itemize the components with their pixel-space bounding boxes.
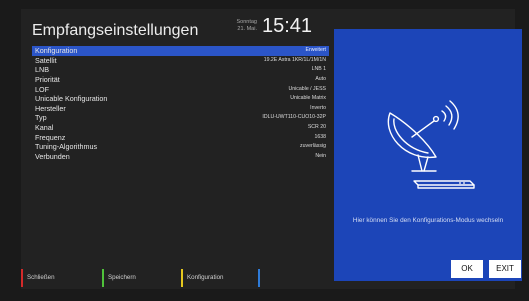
help-text: Hier können Sie den Konfigurations-Modus… xyxy=(352,217,504,224)
help-panel: Hier können Sie den Konfigurations-Modus… xyxy=(334,29,522,281)
setting-label: Kanal xyxy=(35,123,54,133)
date-display: Sonntag 21. Mai. xyxy=(227,19,258,33)
ok-button[interactable]: OK xyxy=(451,260,483,278)
setting-label: Frequenz xyxy=(35,132,66,142)
setting-value: Nein xyxy=(315,153,326,160)
red-key-indicator xyxy=(21,269,23,287)
setting-label: Verbunden xyxy=(35,152,70,162)
setting-value: Auto xyxy=(315,75,326,82)
date-label: 21. Mai. xyxy=(237,26,257,32)
setting-label: Unicable Konfiguration xyxy=(35,94,108,104)
setting-value: Unicable Matrix xyxy=(290,95,326,102)
setting-label: Typ xyxy=(35,113,47,123)
setting-row-frequenz[interactable]: Frequenz 1638 xyxy=(32,133,329,143)
setting-value: LNB 1 xyxy=(311,66,326,73)
setting-row-verbunden[interactable]: Verbunden Nein xyxy=(32,152,329,162)
setting-label: Tuning-Algorithmus xyxy=(35,142,98,152)
setting-value: Erweitert xyxy=(305,47,326,53)
setting-row-konfiguration[interactable]: Konfiguration Erweitert xyxy=(32,46,329,56)
settings-list: Konfiguration Erweitert Satellit 19.2E A… xyxy=(32,46,329,162)
satellite-dish-icon xyxy=(387,100,475,189)
setting-value: Unicable / JESS xyxy=(288,85,326,92)
setting-value: zuverlässig xyxy=(300,143,326,150)
setting-row-lof[interactable]: LOF Unicable / JESS xyxy=(32,85,329,95)
setting-label: LNB xyxy=(35,65,49,75)
setting-row-lnb[interactable]: LNB LNB 1 xyxy=(32,65,329,75)
setting-row-unicable-konfiguration[interactable]: Unicable Konfiguration Unicable Matrix xyxy=(32,94,329,104)
setting-value: 19.2E Astra 1KR/1L/1M/1N xyxy=(263,56,326,63)
blue-key-indicator xyxy=(258,269,260,287)
setting-value: SCR 20 xyxy=(307,124,326,131)
clock: 15:41 xyxy=(262,15,313,37)
color-key-bar: Schließen Speichern Konfiguration xyxy=(21,269,321,289)
green-key-label: Speichern xyxy=(108,274,136,281)
setting-row-satellit[interactable]: Satellit 19.2E Astra 1KR/1L/1M/1N xyxy=(32,56,329,66)
setting-row-prioritaet[interactable]: Priorität Auto xyxy=(32,75,329,85)
setting-label: LOF xyxy=(35,84,49,94)
receiver-screen: Empfangseinstellungen Sonntag 21. Mai. 1… xyxy=(21,9,522,289)
setting-label: Hersteller xyxy=(35,103,66,113)
weekday-label: Sonntag xyxy=(236,19,258,25)
green-key-indicator xyxy=(102,269,104,287)
setting-value: Inverto xyxy=(310,104,326,111)
setting-label: Priorität xyxy=(35,74,60,84)
setting-row-kanal[interactable]: Kanal SCR 20 xyxy=(32,123,329,133)
page-title: Empfangseinstellungen xyxy=(32,22,199,39)
setting-value: IDLU-UWT110-CUO10-32P xyxy=(262,114,326,121)
setting-label: Konfiguration xyxy=(35,46,78,55)
setting-value: 1638 xyxy=(314,133,326,140)
setting-row-tuning-algorithmus[interactable]: Tuning-Algorithmus zuverlässig xyxy=(32,142,329,152)
setting-row-typ[interactable]: Typ IDLU-UWT110-CUO10-32P xyxy=(32,113,329,123)
exit-button[interactable]: EXIT xyxy=(489,260,521,278)
setting-label: Satellit xyxy=(35,55,57,65)
yellow-key-indicator xyxy=(181,269,183,287)
yellow-key-label: Konfiguration xyxy=(187,274,224,281)
red-key-label: Schließen xyxy=(27,274,55,281)
setting-row-hersteller[interactable]: Hersteller Inverto xyxy=(32,104,329,114)
